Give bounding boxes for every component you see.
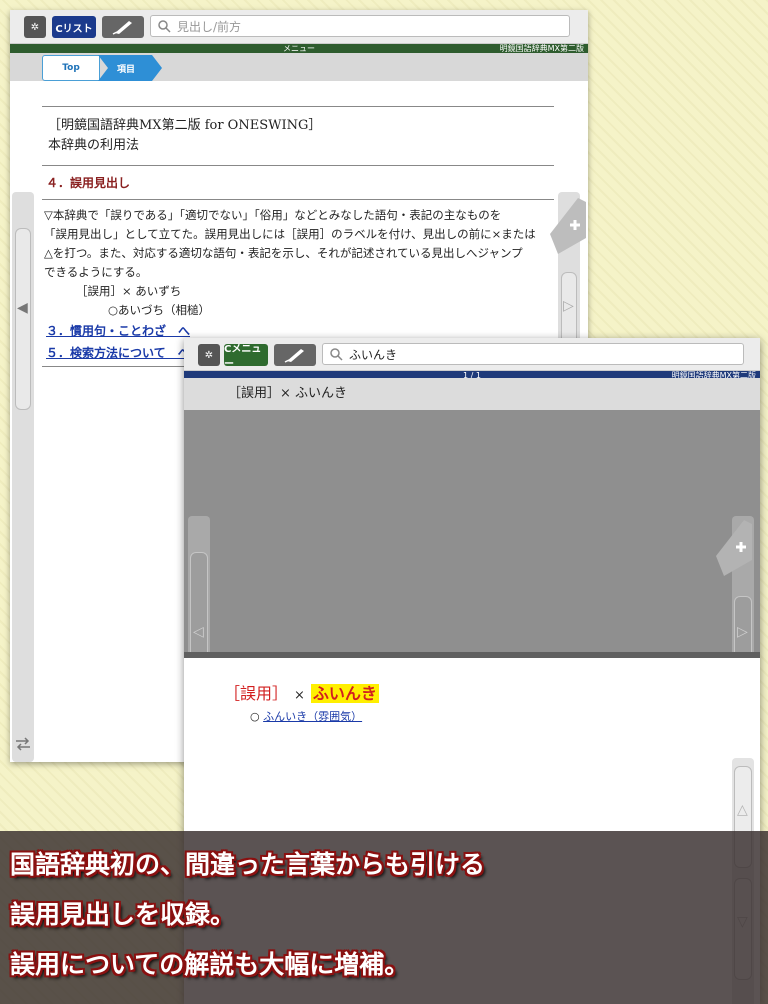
pen-icon: [112, 21, 132, 35]
body-line: ▽本辞典で「誤りである」「適切でない」「俗用」などとみなした語句・表記の主なもの…: [44, 208, 502, 222]
body-line: できるようにする。: [44, 265, 148, 279]
search-value: ふいんき: [349, 347, 398, 362]
toolbar: ✲ Cメニュー ふいんき: [184, 338, 760, 371]
breadcrumb-item[interactable]: 項目: [98, 55, 162, 81]
menu-button[interactable]: Cメニュー: [224, 344, 268, 370]
search-icon: [330, 348, 343, 361]
divider: [42, 165, 554, 166]
list-button[interactable]: Cリスト: [52, 16, 96, 38]
handwriting-button[interactable]: [102, 16, 144, 38]
prev-page-arrow-icon[interactable]: ◀: [17, 300, 28, 316]
banner-line-2: 誤用見出しを収録。: [10, 900, 236, 929]
menu-bar: メニュー 明鏡国語辞典MX第二版: [10, 44, 588, 53]
scroll-up-arrow-icon[interactable]: △: [737, 802, 748, 818]
usage-document: ［明鏡国語辞典MX第二版 for ONESWING］ 本辞典の利用法 ４．誤用見…: [42, 106, 554, 367]
swap-arrows-icon[interactable]: [14, 737, 32, 751]
gear-icon: ✲: [30, 21, 40, 33]
add-bookmark-icon[interactable]: [550, 194, 586, 254]
search-icon: [158, 20, 171, 33]
breadcrumb-top-label: Top: [62, 63, 80, 73]
toolbar: ✲ Cリスト 見出し/前方: [10, 10, 588, 44]
divider: [42, 106, 554, 107]
next-page-arrow-icon[interactable]: ▷: [737, 624, 748, 640]
pen-icon: [284, 349, 304, 363]
search-input[interactable]: ふいんき: [322, 343, 744, 365]
search-placeholder: 見出し/前方: [177, 19, 242, 34]
correct-mark: ○: [250, 710, 260, 723]
breadcrumb-top[interactable]: Top: [42, 55, 100, 81]
result-entry: ［誤用］ × ふいんき: [224, 680, 379, 704]
search-input[interactable]: 見出し/前方: [150, 15, 570, 37]
example-correct: ○あいづち（相槌）: [108, 303, 211, 317]
doc-title: ［明鏡国語辞典MX第二版 for ONESWING］ 本辞典の利用法: [48, 116, 548, 156]
section-heading: ４．誤用見出し: [46, 176, 131, 190]
doc-title-line1: ［明鏡国語辞典MX第二版 for ONESWING］: [48, 118, 322, 133]
correct-form-link[interactable]: ふんいき（雰囲気）: [263, 710, 362, 723]
menu-button-label: Cメニュー: [224, 344, 262, 370]
next-page-arrow-icon[interactable]: ▷: [563, 298, 574, 314]
breadcrumb: Top 項目: [10, 53, 588, 81]
body-line: △を打つ。また、対応する適切な語句・表記を示し、それが記述されている見出しへジャ…: [44, 246, 523, 260]
breadcrumb-item-label: 項目: [116, 64, 135, 75]
result-word-highlight: ふいんき: [310, 684, 379, 703]
doc-title-line2: 本辞典の利用法: [48, 138, 140, 153]
divider: [42, 199, 554, 200]
body-line: 「誤用見出し」として立てた。誤用見出しには［誤用］のラベルを付け、見出しの前に×…: [44, 227, 536, 241]
section-body: ▽本辞典で「誤りである」「適切でない」「俗用」などとみなした語句・表記の主なもの…: [44, 206, 554, 320]
settings-button[interactable]: ✲: [198, 344, 220, 366]
gear-icon: ✲: [204, 349, 214, 361]
scroll-thumb[interactable]: [15, 228, 31, 410]
example-misuse: ［誤用］× あいずち: [76, 284, 182, 298]
settings-button[interactable]: ✲: [24, 16, 46, 38]
handwriting-button[interactable]: [274, 344, 316, 366]
dictionary-name: 明鏡国語辞典MX第二版: [499, 44, 584, 53]
promo-banner: 国語辞典初の、間違った言葉からも引ける 誤用見出しを収録。 誤用についての解説も…: [0, 831, 768, 1004]
banner-line-3: 誤用についての解説も大幅に増補。: [10, 950, 410, 979]
prev-page-arrow-icon[interactable]: ◁: [193, 624, 204, 640]
left-page-scrollbar[interactable]: ◀: [12, 192, 34, 762]
misuse-label: ［誤用］: [224, 684, 289, 703]
misuse-mark: ×: [294, 688, 305, 703]
correct-form: ○ ふんいき（雰囲気）: [250, 708, 362, 724]
banner-line-1: 国語辞典初の、間違った言葉からも引ける: [10, 850, 486, 879]
list-button-label: Cリスト: [55, 23, 93, 35]
add-bookmark-icon[interactable]: [716, 516, 752, 576]
result-headword[interactable]: ［誤用］× ふいんき: [184, 378, 760, 410]
